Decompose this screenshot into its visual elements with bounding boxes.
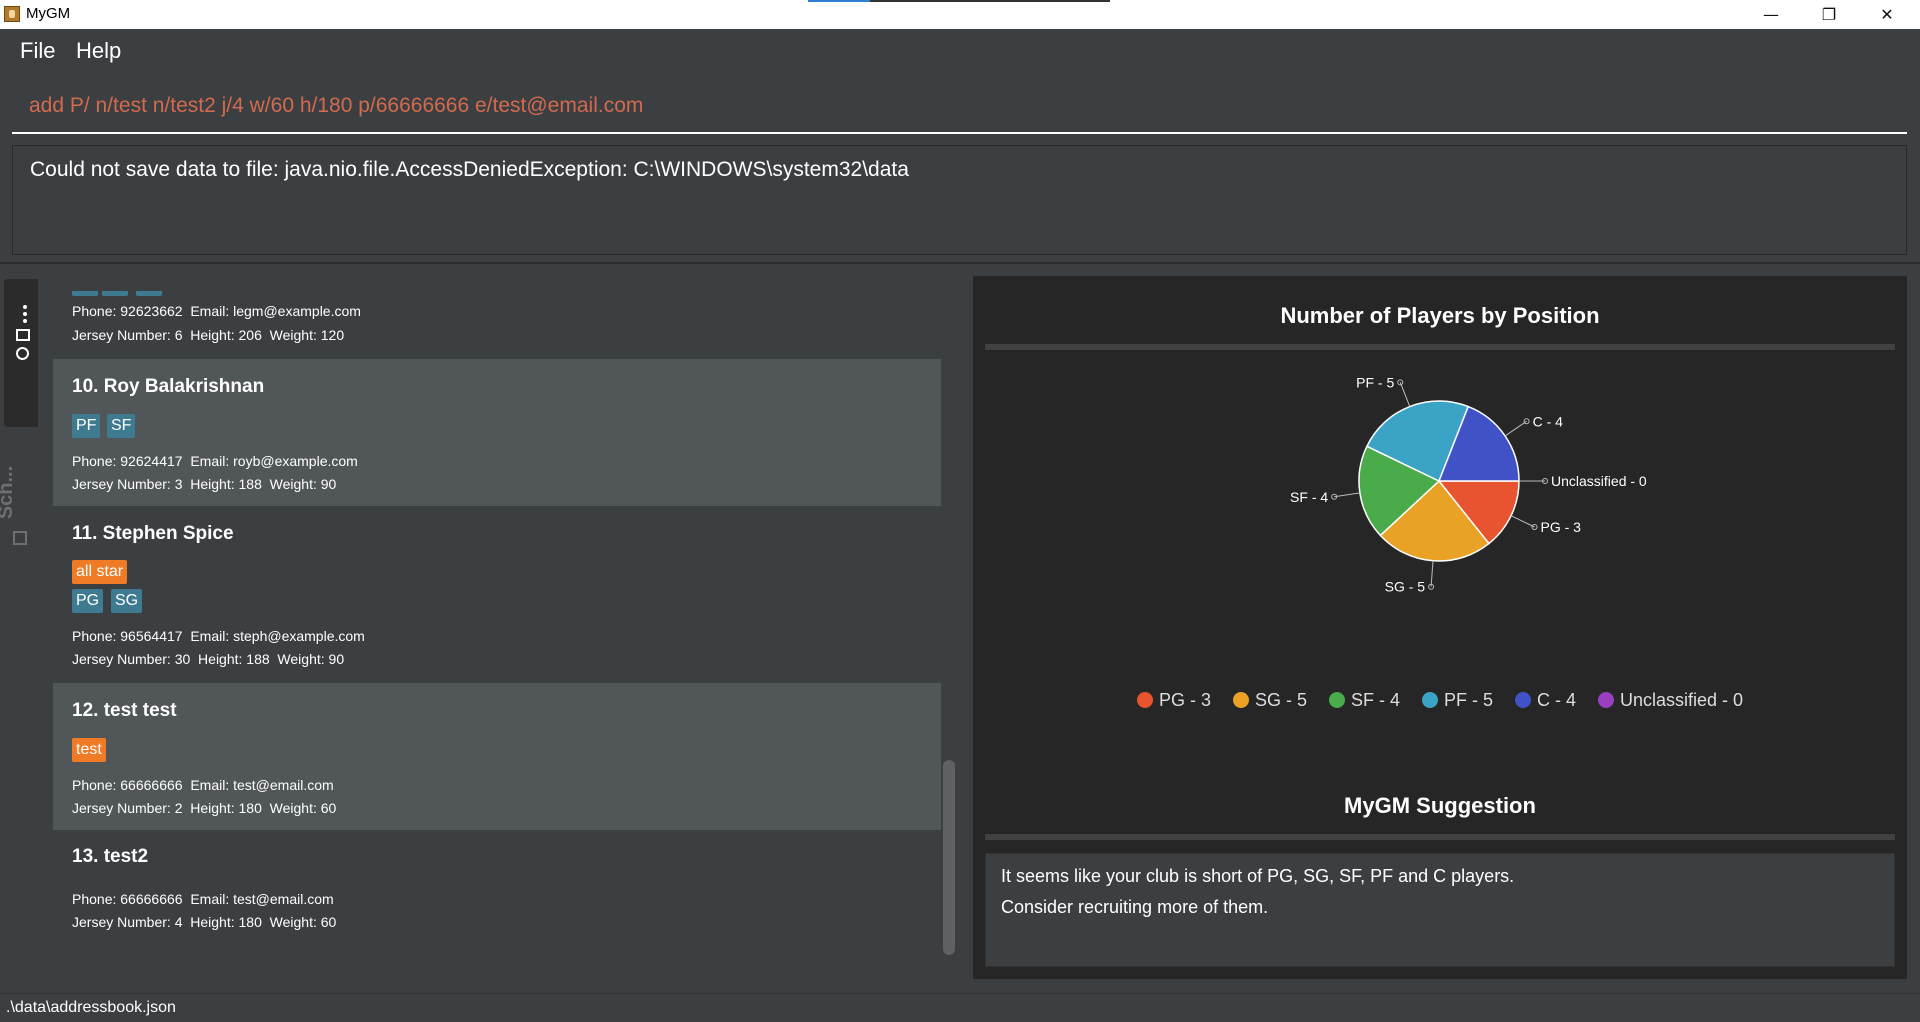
main-divider: [0, 262, 1920, 264]
list-item[interactable]: 11. Stephen Spice all star PG SG Phone: …: [53, 506, 941, 683]
title-accent-line: [808, 0, 1110, 2]
suggestion-line-1: It seems like your club is short of PG, …: [1001, 866, 1515, 886]
list-item[interactable]: 12. test test test Phone: 66666666 Email…: [53, 683, 941, 830]
legend-item-sg: SG - 5: [1232, 688, 1307, 712]
list-icon: [16, 329, 30, 341]
statistics-panel: Number of Players by Position PG - 3 SG -…: [973, 276, 1907, 979]
pie-leader-line: [1510, 515, 1535, 528]
legend-item-pg: PG - 3: [1136, 688, 1211, 712]
suggestion-box: It seems like your club is short of PG, …: [985, 853, 1895, 967]
legend-label: PF - 5: [1443, 689, 1493, 710]
position-tag: PF: [72, 414, 101, 438]
player-contact: Phone: 66666666 Email: test@email.com: [72, 777, 334, 793]
player-contact: Phone: 66666666 Email: test@email.com: [72, 891, 334, 907]
label-tag: all star: [72, 560, 128, 584]
player-stats: Jersey Number: 3 Height: 188 Weight: 90: [72, 476, 337, 492]
tab-players[interactable]: [4, 279, 38, 427]
window-title: MyGM: [26, 5, 71, 22]
tab-schedule-label: Sch...: [0, 465, 18, 520]
command-input[interactable]: add P/ n/test n/test2 j/4 w/60 h/180 p/6…: [12, 78, 1907, 134]
player-name: 13. test2: [72, 846, 149, 867]
position-tag: SG: [111, 589, 143, 613]
pie-leader-dot: [1531, 523, 1538, 530]
pie-leader-line: [1504, 420, 1527, 437]
tag-stub: [136, 291, 162, 296]
suggestion-line-2: Consider recruiting more of them.: [1001, 897, 1269, 917]
list-item[interactable]: Phone: 92623662 Email: legm@example.com …: [53, 291, 941, 359]
suggestion-title: MyGM Suggestion: [1344, 793, 1536, 818]
result-display: Could not save data to file: java.nio.fi…: [12, 145, 1907, 255]
suggestion-title-rule: [985, 834, 1895, 840]
player-stats: Jersey Number: 2 Height: 180 Weight: 60: [72, 800, 337, 816]
legend-item-pf: PF - 5: [1421, 688, 1493, 712]
more-dots-icon: [23, 305, 27, 323]
command-input-text: add P/ n/test n/test2 j/4 w/60 h/180 p/6…: [29, 94, 644, 117]
legend-swatch: [1232, 692, 1249, 708]
legend-swatch: [1421, 692, 1438, 708]
pie-slice-label: Unclassified - 0: [1551, 473, 1647, 489]
tag-stub: [102, 291, 128, 296]
player-name: 10. Roy Balakrishnan: [72, 376, 265, 397]
status-bar: .\data\addressbook.json: [0, 993, 1920, 1022]
player-contact: Phone: 96564417 Email: steph@example.com: [72, 628, 365, 644]
window-title-bar: MyGM — ❐ ✕: [0, 0, 1920, 29]
label-tag: test: [72, 738, 106, 762]
pie-slice-label: C - 4: [1533, 413, 1564, 429]
position-tag: SF: [107, 414, 136, 438]
player-contact: Phone: 92624417 Email: royb@example.com: [72, 453, 358, 469]
pie-slice-label: PG - 3: [1541, 519, 1582, 535]
player-list-scrollbar[interactable]: [943, 760, 955, 955]
player-contact: Phone: 92623662 Email: legm@example.com: [72, 303, 361, 319]
pie-slice-label: PF - 5: [1356, 374, 1394, 390]
minimize-button[interactable]: —: [1742, 0, 1800, 29]
pie-slice-label: SG - 5: [1385, 579, 1426, 595]
tag-stub: [72, 291, 98, 296]
pie-slice-label: SF - 4: [1290, 489, 1328, 505]
maximize-button[interactable]: ❐: [1800, 0, 1858, 29]
player-list[interactable]: Phone: 92623662 Email: legm@example.com …: [53, 291, 941, 961]
player-stats: Jersey Number: 4 Height: 180 Weight: 60: [72, 914, 337, 930]
position-tag: PG: [72, 589, 104, 613]
menu-file[interactable]: File: [20, 38, 55, 64]
legend-label: PG - 3: [1158, 689, 1211, 710]
legend-swatch: [1328, 692, 1345, 708]
legend-label: C - 4: [1537, 689, 1577, 710]
legend-item-sf: SF - 4: [1328, 688, 1400, 712]
legend-swatch: [1136, 692, 1153, 708]
list-item[interactable]: 10. Roy Balakrishnan PF SF Phone: 926244…: [53, 359, 941, 506]
legend-item-c: C - 4: [1515, 688, 1576, 712]
player-stats: Jersey Number: 30 Height: 188 Weight: 90: [72, 651, 345, 667]
result-message: Could not save data to file: java.nio.fi…: [30, 158, 909, 181]
person-icon: [16, 347, 29, 360]
legend-swatch: [1515, 692, 1531, 708]
calendar-icon: [13, 531, 27, 545]
player-name: 12. test test: [72, 700, 177, 721]
legend-label: SG - 5: [1254, 689, 1307, 710]
menu-bar: File Help: [0, 29, 1920, 73]
menu-help[interactable]: Help: [76, 38, 121, 64]
pie-leader-line: [1399, 382, 1411, 407]
legend-label: Unclassified - 0: [1620, 689, 1744, 710]
pie-leader-line: [1430, 560, 1434, 587]
player-stats: Jersey Number: 6 Height: 206 Weight: 120: [72, 327, 345, 343]
tab-schedule[interactable]: Sch...: [0, 445, 36, 545]
list-item[interactable]: 13. test2 Phone: 66666666 Email: test@em…: [53, 830, 941, 961]
pie-leader-line: [1334, 492, 1360, 498]
vertical-tab-strip: Sch...: [0, 275, 40, 995]
app-icon: [4, 6, 20, 22]
position-pie-chart: PG - 3 SG - 5 SF - 4 PF - 5 C - 4 Unclassifie…: [1290, 374, 1647, 595]
player-name: 11. Stephen Spice: [72, 523, 234, 544]
legend-label: SF - 4: [1350, 689, 1400, 710]
save-location: .\data\addressbook.json: [6, 999, 176, 1016]
legend-item-unclassified: Unclassified - 0: [1598, 688, 1743, 712]
chart-legend: PG - 3 SG - 5 SF - 4 PF - 5 C - 4 Unclassifie…: [973, 688, 1907, 712]
close-button[interactable]: ✕: [1858, 0, 1916, 29]
legend-swatch: [1598, 692, 1615, 708]
